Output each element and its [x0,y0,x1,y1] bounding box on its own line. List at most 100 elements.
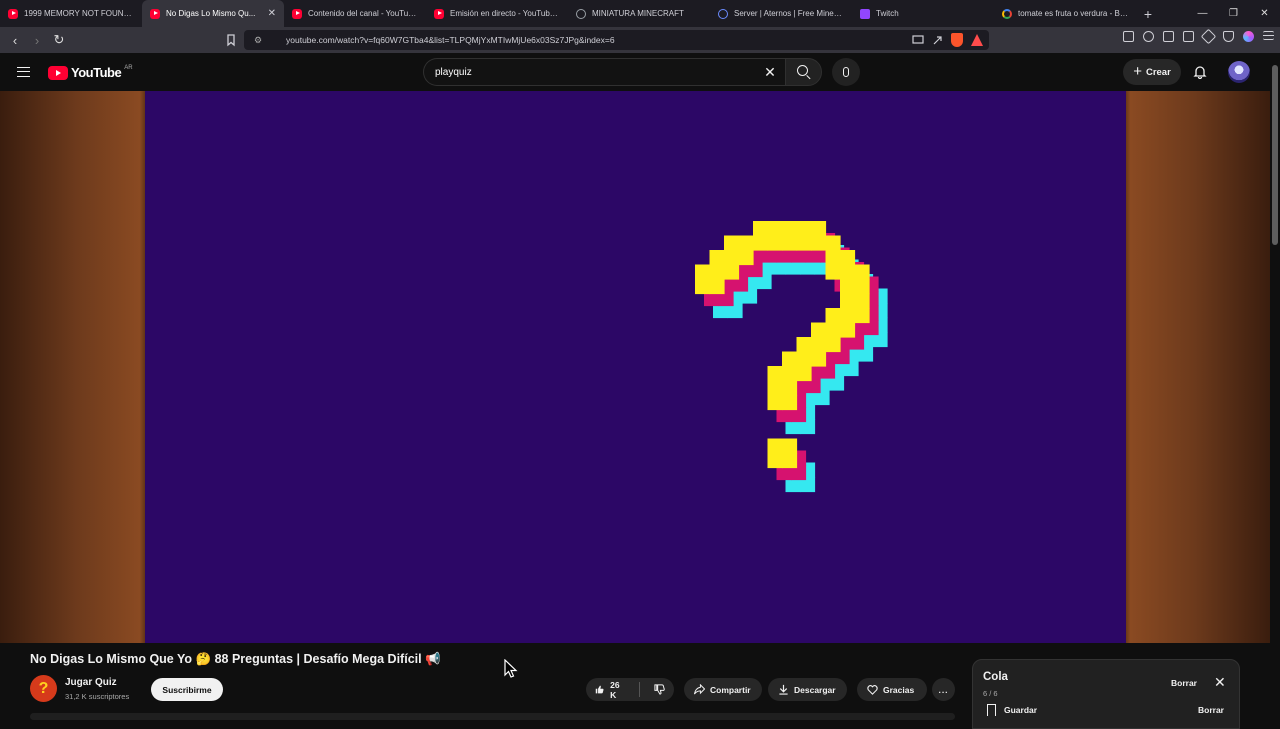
sidebar-icon[interactable] [1163,31,1174,42]
question-mark-pixel [854,293,870,309]
question-mark-pixel [811,351,827,367]
question-mark-pixel [709,279,725,295]
more-actions-button[interactable]: ... [932,678,955,701]
browser-tab[interactable]: MINIATURA MINECRAFT [568,0,710,27]
question-mark-pixel [796,221,812,237]
question-mark-pixel [695,279,711,295]
youtube-header: YouTube AR playquiz ✕ + Crear [0,53,1280,91]
queue-clear-button-2[interactable]: Borrar [1198,705,1224,715]
close-window-icon[interactable]: ✕ [1249,0,1280,27]
channel-avatar[interactable]: ? [30,675,57,702]
media-icon[interactable] [1143,31,1154,42]
clear-search-icon[interactable]: ✕ [762,62,778,82]
screenshot-icon[interactable] [1123,31,1134,42]
scrollbar-thumb[interactable] [1272,65,1278,245]
browser-tab[interactable]: Contenido del canal - YouTube... [284,0,426,27]
browser-tab[interactable]: Emisión en directo - YouTube S... [426,0,568,27]
question-mark-pixel [782,380,798,396]
back-icon[interactable]: ‹ [4,29,26,51]
microphone-icon [843,67,849,77]
question-mark-pixel [840,322,856,338]
dislike-button[interactable] [645,678,674,701]
browser-tab[interactable]: tomate es fruta o verdura - Bu... [994,0,1136,27]
brave-rewards-icon[interactable] [971,34,983,46]
browser-tab-label: Emisión en directo - YouTube S... [450,9,560,18]
question-mark-pixel [840,308,856,324]
thanks-label: Gracias [883,684,915,695]
leo-ai-icon[interactable] [1243,31,1254,42]
question-mark-pixel [840,279,856,295]
toolbar-extensions [1123,28,1274,45]
question-mark-pixel [811,337,827,353]
thanks-button[interactable]: Gracias [857,678,927,701]
cast-icon[interactable] [912,35,924,45]
youtube-icon [292,8,302,19]
question-mark-pixel [811,322,827,338]
minimize-icon[interactable]: — [1187,0,1218,27]
country-code: AR [124,64,133,71]
search-icon [796,65,808,76]
thumbs-up-icon [595,685,604,694]
question-mark-pixel [825,264,841,280]
question-mark-pixel [738,235,754,251]
question-mark-pixel [767,395,783,411]
google-icon [1002,8,1012,19]
menu-icon[interactable] [17,67,30,77]
question-mark-pixel [782,235,798,251]
address-bar[interactable]: ⚙ youtube.com/watch?v=fq60W7GTba4&list=T… [227,30,989,50]
bookmark-icon[interactable] [224,33,238,47]
brave-shield-icon[interactable] [951,33,963,47]
forward-icon[interactable]: › [26,29,48,51]
share-arrow-icon [694,684,705,695]
question-mark-pixel [796,235,812,251]
queue-close-icon[interactable]: ✕ [1214,674,1226,691]
browser-tab-label: 1999 MEMORY NOT FOUND /... [24,9,134,18]
thumbs-down-icon [654,684,665,695]
browser-tab[interactable]: Twitch [852,0,994,27]
question-mark-pixel [782,395,798,411]
question-mark-pixel [782,351,798,367]
site-info-icon[interactable]: ⚙ [254,35,268,46]
question-mark-pixel [840,293,856,309]
browser-tab[interactable]: Server | Aternos | Free Minecraf... [710,0,852,27]
share-page-icon[interactable] [932,35,943,46]
youtube-icon [434,8,444,19]
browser-tab-label: Contenido del canal - YouTube... [308,9,418,18]
new-tab-button[interactable]: + [1136,6,1160,22]
question-mark-pixel [854,279,870,295]
subscribe-button[interactable]: Suscribirme [151,678,223,701]
browser-tab[interactable]: No Digas Lo Mismo Qu... ✕ [142,0,284,27]
channel-name[interactable]: Jugar Quiz [65,677,117,688]
question-mark-pixel [825,235,841,251]
extensions-icon[interactable] [1200,28,1217,45]
create-button[interactable]: + Crear [1123,59,1181,85]
download-button[interactable]: Descargar [768,678,847,701]
like-button[interactable]: 26 K [586,678,634,701]
question-mark-pixel [782,438,798,454]
close-tab-icon[interactable]: ✕ [268,8,276,19]
share-button[interactable]: Compartir [684,678,762,701]
queue-save-button[interactable]: Guardar [987,704,1037,716]
voice-search-button[interactable] [832,58,860,86]
download-label: Descargar [794,684,836,695]
wallet-icon[interactable] [1183,31,1194,42]
share-label: Compartir [710,684,751,695]
video-player[interactable] [0,91,1270,643]
youtube-icon [150,8,160,19]
video-title: No Digas Lo Mismo Que Yo 🤔 88 Preguntas … [30,652,441,666]
browser-menu-icon[interactable] [1263,31,1274,40]
browser-tab[interactable]: 1999 MEMORY NOT FOUND /... [0,0,142,27]
account-avatar[interactable] [1228,61,1250,83]
maximize-icon[interactable]: ❐ [1218,0,1249,27]
youtube-logo[interactable]: YouTube AR [48,65,133,80]
notifications-bell-icon[interactable] [1193,65,1207,79]
search-button[interactable] [785,58,822,86]
search-input[interactable]: playquiz [423,58,785,86]
reload-icon[interactable]: ↻ [48,29,70,51]
question-mark-pixel [782,453,798,469]
question-mark-pixel [738,250,754,266]
queue-clear-button[interactable]: Borrar [1171,678,1197,688]
mouse-cursor-icon [504,659,518,678]
vpn-icon[interactable] [1223,31,1234,42]
page-scrollbar[interactable] [1270,53,1280,720]
